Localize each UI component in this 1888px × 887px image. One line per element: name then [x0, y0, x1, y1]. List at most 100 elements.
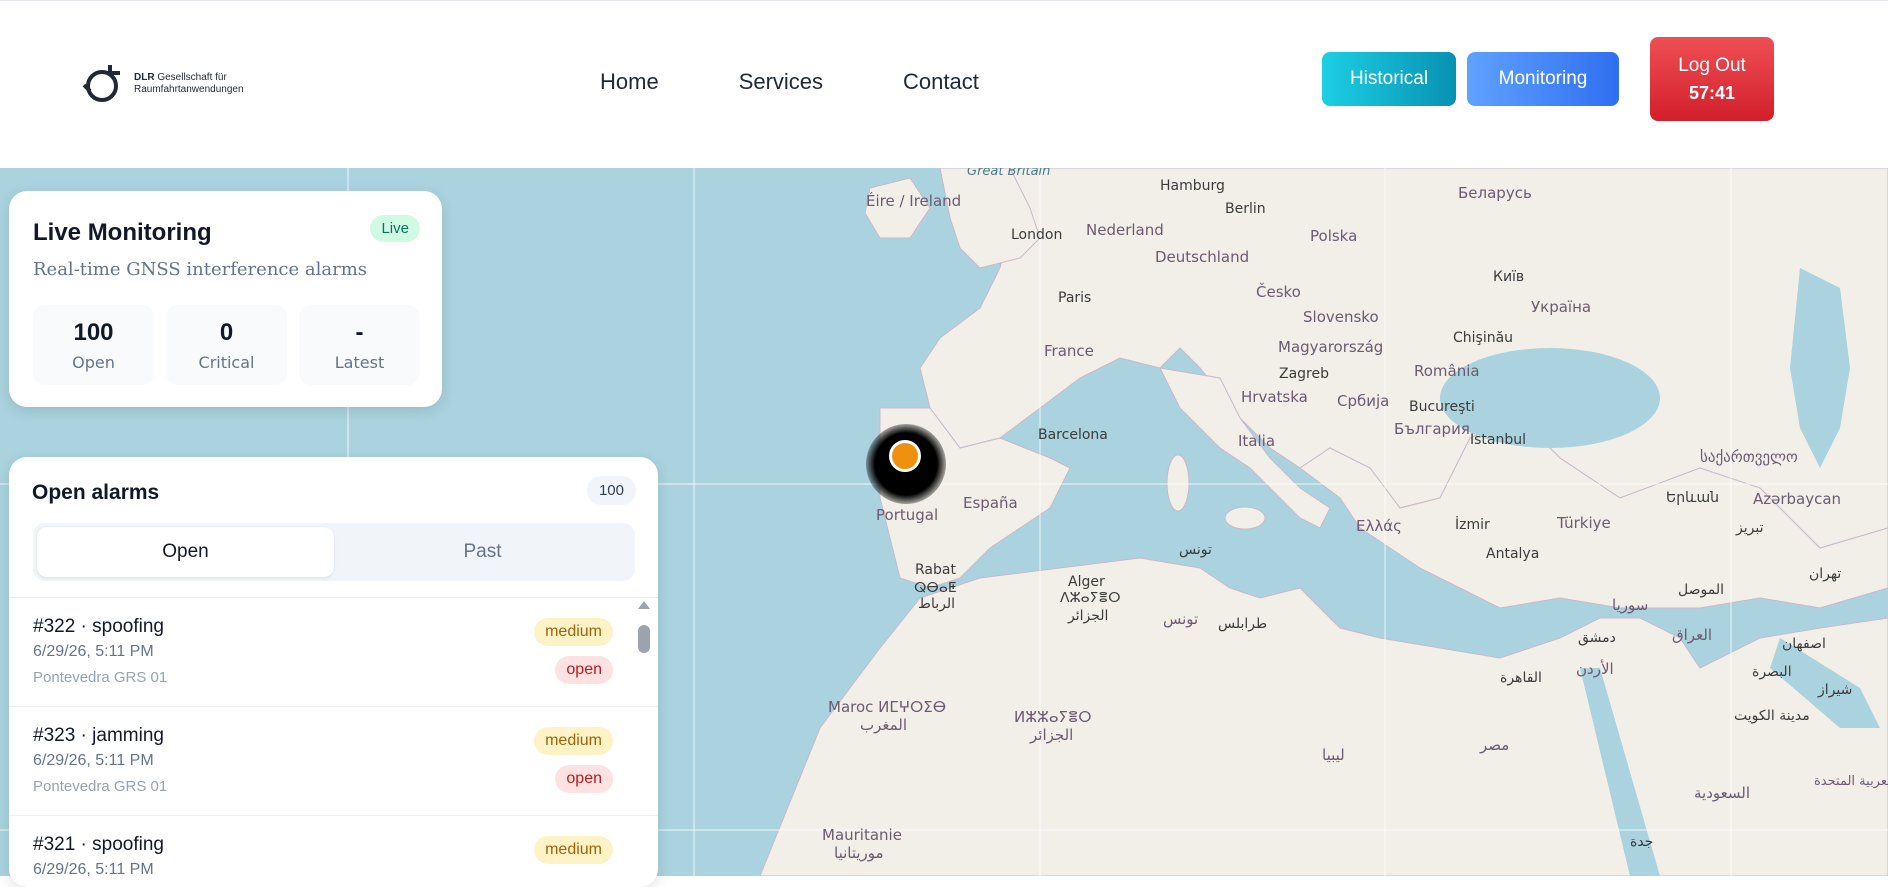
alarms-list[interactable]: #322 · spoofing 6/29/26, 5:11 PM Ponteve…	[9, 597, 658, 887]
map-label: الجزائر	[1030, 726, 1074, 744]
stat-value: 0	[219, 318, 234, 346]
alarm-row[interactable]: #322 · spoofing 6/29/26, 5:11 PM Ponteve…	[9, 598, 658, 707]
map-label: البصرة	[1752, 664, 1792, 680]
map-label: تبریز	[1736, 520, 1764, 536]
alarm-title: #321 · spoofing	[33, 834, 164, 855]
monitoring-button[interactable]: Monitoring	[1467, 52, 1619, 106]
alarm-row[interactable]: #321 · spoofing 6/29/26, 5:11 PM medium	[9, 816, 658, 887]
land-sardinia	[1166, 454, 1190, 512]
stat-label: Open	[72, 352, 115, 372]
status-badge: open	[555, 656, 613, 684]
alarm-title: #322 · spoofing	[33, 616, 164, 637]
alarm-time: 6/29/26, 5:11 PM	[33, 643, 154, 660]
map-label: România	[1414, 362, 1480, 380]
stat-critical: 0 Critical	[166, 305, 287, 385]
map-label: Երևան	[1666, 490, 1719, 506]
logo-line1-rest: Gesellschaft für	[154, 72, 227, 83]
map-label: ليبيا	[1322, 746, 1345, 764]
map-label: شیراز	[1818, 682, 1853, 698]
logo-text: DLR Gesellschaft für Raumfahrtanwendunge…	[134, 72, 244, 96]
alarm-site: Pontevedra GRS 01	[33, 669, 168, 686]
scroll-up-arrow-icon[interactable]	[638, 601, 650, 609]
map-label: London	[1011, 227, 1063, 243]
map-label: Alger	[1068, 574, 1105, 590]
map-label: Portugal	[876, 506, 939, 524]
scrollbar-thumb[interactable]	[638, 625, 650, 653]
map-label: Србија	[1337, 392, 1390, 410]
map-label: تونس	[1163, 610, 1199, 628]
stat-value: 100	[73, 318, 114, 346]
map-label: الرباط	[918, 596, 955, 612]
map-label: تونس	[1179, 542, 1212, 558]
map-label: Polska	[1310, 227, 1358, 245]
map-label: Zagreb	[1279, 366, 1330, 382]
dlr-logo[interactable]: DLR Gesellschaft für Raumfahrtanwendunge…	[80, 59, 244, 109]
map-label: Nederland	[1086, 221, 1164, 239]
map-label: اصفهان	[1782, 636, 1826, 652]
historical-button[interactable]: Historical	[1322, 52, 1456, 106]
tab-open[interactable]: Open	[37, 527, 334, 577]
map-label: Éire / Ireland	[866, 192, 962, 210]
app-header: DLR Gesellschaft für Raumfahrtanwendunge…	[0, 0, 1888, 168]
map-label: السعودية	[1694, 784, 1751, 802]
severity-badge: medium	[534, 618, 613, 646]
severity-badge: medium	[534, 727, 613, 755]
stat-label: Critical	[198, 352, 255, 372]
live-title: Live Monitoring	[33, 219, 212, 246]
alarm-title: #323 · jamming	[33, 725, 164, 746]
stat-label: Latest	[334, 352, 385, 372]
alarm-time: 6/29/26, 5:11 PM	[33, 861, 154, 878]
map-label: Česko	[1256, 283, 1301, 301]
map-label: Беларусь	[1458, 184, 1532, 202]
stat-value: -	[355, 318, 364, 346]
alarms-title: Open alarms	[32, 481, 160, 504]
map-label: Paris	[1058, 290, 1092, 306]
map-label: ⵕⴱⴰⵟ	[914, 580, 957, 596]
nav-services-link[interactable]: Services	[739, 69, 823, 95]
alarms-count-badge: 100	[586, 476, 636, 505]
map-label: الإمارات العربية المتحدة	[1814, 774, 1888, 789]
alarm-time: 6/29/26, 5:11 PM	[33, 752, 154, 769]
severity-badge: medium	[534, 836, 613, 864]
map-label: Berlin	[1225, 201, 1266, 217]
alarm-marker[interactable]	[889, 440, 921, 472]
map-label: Mauritanie	[822, 826, 902, 844]
map-label: Deutschland	[1155, 248, 1250, 266]
nav-home-link[interactable]: Home	[600, 69, 659, 95]
map-label: Chişinău	[1453, 330, 1514, 346]
map-label: ⴷⵣⴰⵢⴻⵔ	[1060, 590, 1121, 606]
alarm-row[interactable]: #323 · jamming 6/29/26, 5:11 PM Ponteved…	[9, 707, 658, 816]
logo-line1-bold: DLR	[134, 72, 155, 83]
map-label: العراق	[1672, 626, 1713, 644]
map-label: دمشق	[1578, 630, 1616, 646]
map-label: Maroc ⵍⵎⵖⵔⵉⴱ	[828, 698, 947, 716]
map-label: Barcelona	[1038, 427, 1108, 443]
alarm-site: Pontevedra GRS 01	[33, 778, 168, 795]
main-nav: Home Services Contact	[600, 69, 979, 95]
map-label: Great Britain	[967, 168, 1051, 179]
open-alarms-panel: Open alarms 100 Open Past #322 · spoofin…	[9, 457, 658, 887]
map-label: ⵍⵣⵣⴰⵢⴻⵔ	[1014, 708, 1092, 726]
land-sicily	[1224, 506, 1266, 530]
dlr-logo-icon	[82, 65, 120, 102]
map-label: საქართველო	[1700, 448, 1798, 466]
alarms-tabs: Open Past	[33, 523, 635, 581]
logout-label: Log Out	[1678, 54, 1746, 76]
tab-past[interactable]: Past	[334, 527, 631, 577]
map-label: България	[1394, 420, 1470, 438]
map-label: Rabat	[915, 562, 956, 578]
nav-contact-link[interactable]: Contact	[903, 69, 979, 95]
map-label: تهران	[1809, 566, 1842, 582]
map-label: موريتانيا	[834, 844, 884, 862]
map-label: الموصل	[1678, 582, 1724, 598]
map-label: الأردن	[1576, 660, 1614, 678]
map-label: Azərbaycan	[1753, 490, 1842, 508]
map-label: Київ	[1493, 269, 1525, 285]
map-label: Slovensko	[1303, 308, 1379, 326]
map-label: Türkiye	[1557, 514, 1611, 532]
map-label: Magyarország	[1278, 338, 1384, 356]
logout-button[interactable]: Log Out 57:41	[1650, 37, 1774, 121]
map-label: France	[1044, 342, 1094, 360]
map-label: مصر	[1480, 736, 1510, 754]
map-label: القاهرة	[1500, 670, 1542, 686]
